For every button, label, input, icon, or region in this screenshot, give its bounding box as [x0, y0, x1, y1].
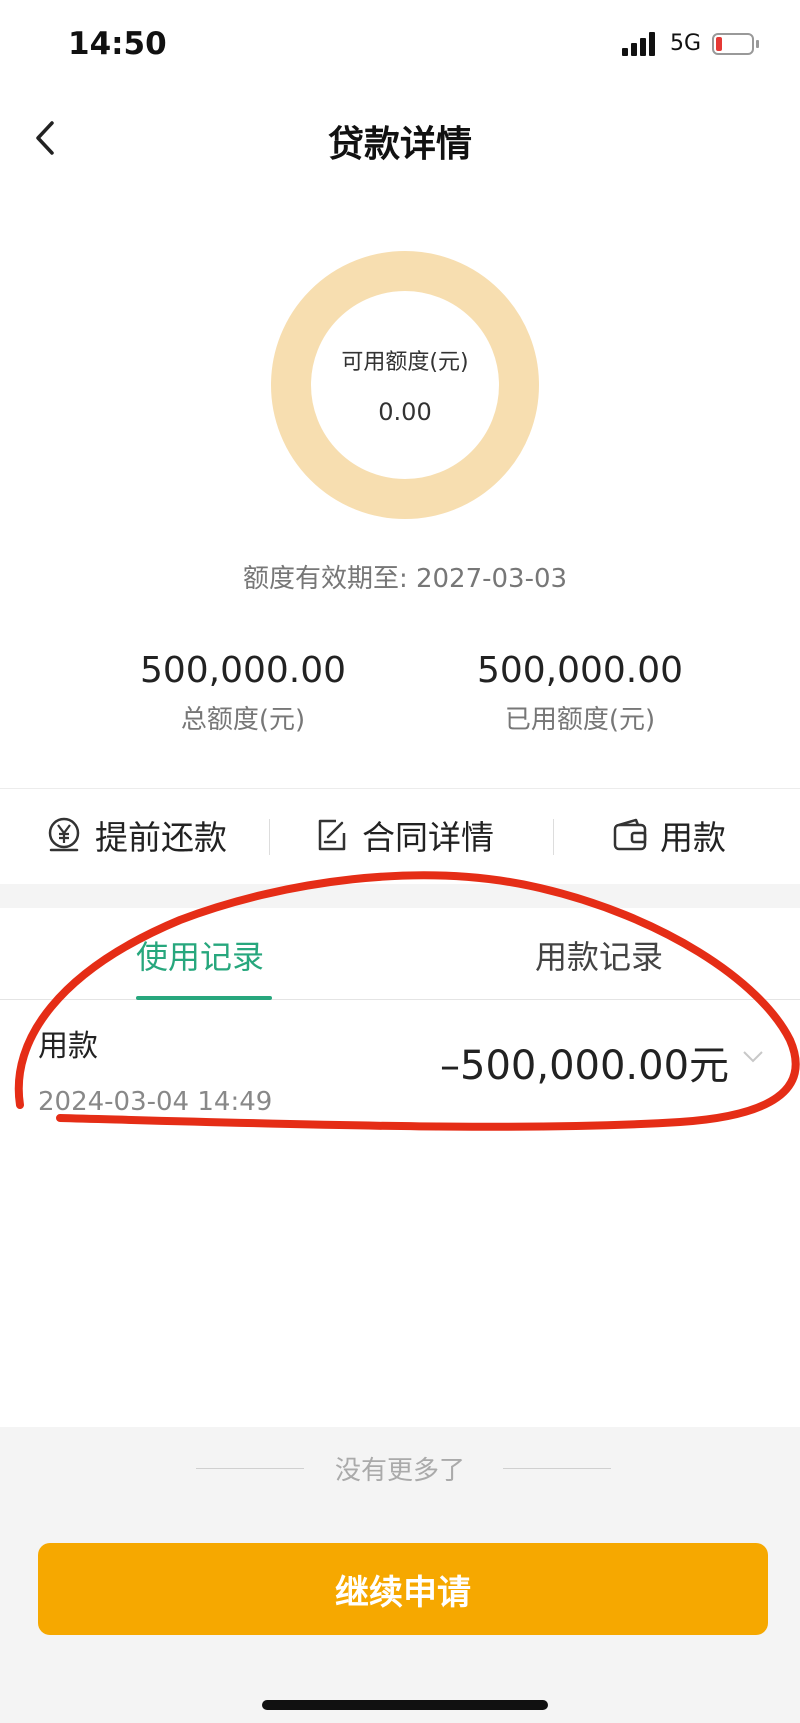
no-more-text: 没有更多了 [334, 1456, 465, 1486]
action-row: 提前还款 合同详情 用款 [0, 788, 800, 884]
divider [269, 819, 270, 855]
page-title: 贷款详情 [327, 124, 472, 165]
withdraw-label: 用款 [660, 818, 726, 857]
available-quota-label: 可用额度(元) [341, 350, 469, 375]
network-label: 5G [670, 31, 702, 56]
chevron-down-icon [743, 1051, 763, 1063]
quota-validity: 额度有效期至: 2027-03-03 [242, 564, 568, 594]
quota-ring [271, 251, 539, 519]
wallet-icon [613, 818, 647, 851]
edit-document-icon [318, 819, 346, 851]
total-quota: 500,000.00 总额度(元) [113, 650, 373, 736]
continue-apply-button[interactable]: 继续申请 [38, 1543, 768, 1635]
available-quota-value: 0.00 [378, 398, 432, 426]
early-repay-label: 提前还款 [95, 818, 227, 857]
nav-header: 贷款详情 [0, 95, 800, 185]
total-quota-label: 总额度(元) [180, 705, 306, 735]
used-quota-label: 已用额度(元) [504, 705, 656, 735]
record-amount: –500,000.00元 [440, 1043, 730, 1089]
tab-withdraw-records[interactable]: 用款记录 [535, 932, 663, 978]
status-time: 14:50 [68, 26, 167, 62]
withdraw-button[interactable]: 用款 [612, 813, 726, 857]
used-quota-value: 500,000.00 [476, 650, 684, 691]
used-quota: 500,000.00 已用额度(元) [450, 650, 710, 736]
total-quota-value: 500,000.00 [139, 650, 347, 691]
tab-usage-records[interactable]: 使用记录 [136, 932, 264, 978]
contract-details-button[interactable]: 合同详情 [314, 813, 494, 857]
early-repay-button[interactable]: 提前还款 [45, 813, 227, 857]
active-tab-indicator [136, 996, 272, 1000]
record-type: 用款 [38, 1029, 98, 1064]
battery-icon [712, 33, 759, 55]
contract-details-label: 合同详情 [362, 818, 494, 857]
list-item[interactable]: 用款 –500,000.00元 2024-03-04 14:49 [0, 1001, 800, 1125]
section-spacer [0, 884, 800, 908]
divider [553, 819, 554, 855]
record-tabs: 使用记录 用款记录 [0, 908, 800, 1000]
signal-icon [622, 32, 655, 56]
record-date: 2024-03-04 14:49 [38, 1087, 273, 1117]
status-bar: 14:50 5G [0, 0, 800, 95]
home-indicator [262, 1700, 548, 1710]
yen-circle-icon [48, 817, 80, 852]
